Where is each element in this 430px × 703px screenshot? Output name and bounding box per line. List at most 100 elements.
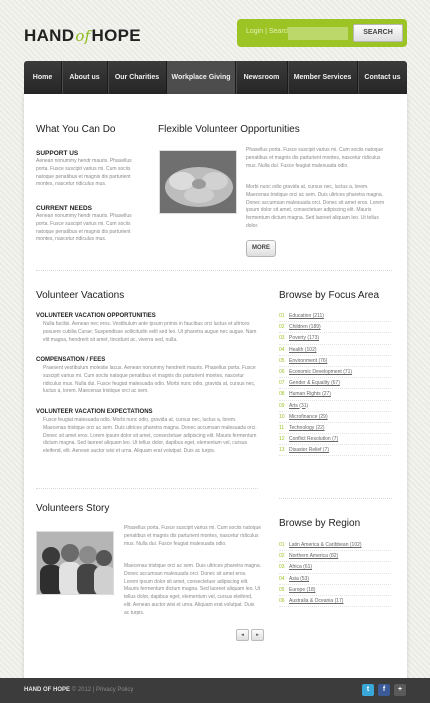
region-item[interactable]: 04 Asia (53): [279, 574, 391, 585]
focus-item-number: 06: [279, 368, 285, 375]
hands-image-icon: [160, 151, 236, 213]
logo-word-of: of: [75, 27, 91, 45]
search-button[interactable]: SEARCH: [353, 24, 403, 42]
compensation-text: Praesent vestibulum molestie lacus. Aene…: [43, 365, 256, 395]
privacy-policy-link[interactable]: Privacy Policy: [96, 687, 133, 693]
footer-brand: HAND OF HOPE: [24, 687, 71, 693]
nav-item-home[interactable]: Home: [24, 61, 62, 94]
nav-item-charities[interactable]: Our Charities: [108, 61, 167, 94]
volunteers-story-title: Volunteers Story: [36, 503, 110, 514]
region-item[interactable]: 01 Latin America & Caribbean (102): [279, 540, 391, 552]
focus-item-number: 11: [279, 424, 285, 431]
volunteer-vacations-title: Volunteer Vacations: [36, 290, 125, 301]
nav-item-member-services[interactable]: Member Services: [288, 61, 358, 94]
region-item-label: Africa (61): [289, 564, 313, 571]
region-item[interactable]: 02 Northern America (82): [279, 551, 391, 563]
region-title: Browse by Region: [279, 518, 361, 529]
flexible-opportunities-title: Flexible Volunteer Opportunities: [158, 124, 300, 135]
focus-item[interactable]: 09 Arts (31): [279, 401, 391, 412]
current-needs-heading: CURRENT NEEDS: [36, 205, 92, 212]
focus-item-number: 13: [279, 447, 285, 454]
focus-item-number: 10: [279, 413, 285, 420]
focus-item[interactable]: 08 Human Rights (27): [279, 389, 391, 401]
story-prev-button[interactable]: ◂: [236, 629, 249, 641]
story-text-1: Phasellus porta. Fusce suscipit varius m…: [124, 525, 262, 547]
focus-item-number: 01: [279, 313, 285, 319]
focus-item[interactable]: 01 Education (211): [279, 311, 391, 323]
support-us-heading: SUPPORT US: [36, 150, 79, 157]
focus-item[interactable]: 12 Conflict Resolution (7): [279, 434, 391, 446]
google-plus-icon[interactable]: +: [394, 684, 406, 696]
focus-item-number: 03: [279, 335, 285, 342]
focus-item[interactable]: 03 Poverty (173): [279, 333, 391, 345]
login-search-box: Login | Search SEARCH: [237, 19, 407, 47]
search-input[interactable]: [288, 27, 348, 40]
nav-item-newsroom[interactable]: Newsroom: [236, 61, 288, 94]
region-item-label: Asia (53): [289, 575, 310, 582]
region-item-number: 01: [279, 542, 285, 548]
compensation-heading: COMPENSATION / FEES: [36, 357, 106, 363]
twitter-icon[interactable]: t: [362, 684, 374, 696]
current-needs-text: Aenean nonummy hendr mauris. Phasellus p…: [36, 213, 132, 243]
focus-item-label: Technology (22): [289, 424, 325, 431]
focus-item-label: Gender & Equality (67): [289, 380, 340, 387]
volunteers-photo: [36, 531, 114, 595]
region-list: 01 Latin America & Caribbean (102) 02 Nort…: [279, 540, 391, 608]
vacation-opportunities-text: Nulla facilisi. Aenean nec eros. Vestibu…: [43, 321, 257, 343]
what-you-can-do-title: What You Can Do: [36, 124, 116, 135]
focus-item-label: Arts (31): [289, 402, 309, 409]
focus-item-number: 12: [279, 436, 285, 443]
focus-item[interactable]: 06 Economic Development (71): [279, 367, 391, 379]
nav-item-workplace-giving[interactable]: Workplace Giving: [167, 61, 236, 94]
focus-area-title: Browse by Focus Area: [279, 290, 380, 301]
vacation-opportunities-heading: VOLUNTEER VACATION OPPORTUNITIES: [36, 313, 156, 319]
top-links-divider: |: [265, 28, 267, 35]
footer-copyright: © 2012: [71, 687, 92, 693]
focus-item-label: Health (102): [289, 346, 317, 353]
region-item-number: 03: [279, 564, 285, 571]
region-item-number: 02: [279, 553, 285, 560]
region-item-label: Northern America (82): [289, 553, 339, 560]
focus-item[interactable]: 02 Children (189): [279, 322, 391, 334]
focus-item[interactable]: 11 Technology (22): [279, 423, 391, 435]
divider-3: [279, 498, 392, 499]
region-item[interactable]: 06 Australia & Oceania (17): [279, 596, 391, 608]
focus-item[interactable]: 13 Disaster Relief (7): [279, 445, 391, 457]
expectations-heading: VOLUNTEER VACATION EXPECTATIONS: [36, 409, 153, 415]
focus-item[interactable]: 07 Gender & Equality (67): [279, 378, 391, 390]
focus-item-label: Disaster Relief (7): [289, 447, 330, 454]
login-link[interactable]: Login: [246, 28, 263, 35]
focus-item-label: Poverty (173): [289, 335, 320, 342]
expectations-text: Fusce feugiat malesuada odio. Morbi nunc…: [43, 417, 257, 455]
region-item[interactable]: 05 Europe (18): [279, 585, 391, 596]
focus-item-number: 08: [279, 391, 285, 398]
footer-divider: |: [92, 687, 95, 693]
region-item[interactable]: 03 Africa (61): [279, 562, 391, 574]
facebook-icon[interactable]: f: [378, 684, 390, 696]
focus-item-number: 02: [279, 324, 285, 331]
more-button[interactable]: MORE: [246, 240, 276, 257]
region-item-label: Europe (18): [289, 586, 316, 593]
main-nav: Home About us Our Charities Workplace Gi…: [24, 61, 407, 94]
story-next-button[interactable]: ▸: [251, 629, 264, 641]
region-item-number: 06: [279, 597, 285, 604]
top-links: Login | Search: [246, 28, 291, 35]
focus-item-label: Environment (76): [289, 357, 328, 364]
focus-item[interactable]: 10 Microfinance (29): [279, 412, 391, 423]
volunteers-image-icon: [37, 532, 113, 594]
nav-item-about[interactable]: About us: [62, 61, 108, 94]
focus-item[interactable]: 05 Environment (76): [279, 356, 391, 367]
focus-item-label: Children (189): [289, 324, 321, 331]
site-logo[interactable]: HANDofHOPE: [24, 26, 141, 46]
focus-item-label: Microfinance (29): [289, 413, 328, 420]
nav-item-contact[interactable]: Contact us: [358, 61, 407, 94]
focus-item-number: 05: [279, 357, 285, 364]
flexible-text-2: Morbi nunc odio gravida at, cursus nec, …: [246, 184, 385, 229]
logo-word-hand: HAND: [24, 26, 75, 45]
footer: HAND OF HOPE © 2012 | Privacy Policy t f…: [0, 678, 430, 703]
story-text-2: Maecenas tristique orci ac sem. Duis ult…: [124, 563, 262, 616]
hands-photo: [159, 150, 237, 214]
focus-item-label: Economic Development (71): [289, 368, 353, 375]
focus-item-label: Education (211): [289, 313, 324, 319]
focus-item[interactable]: 04 Health (102): [279, 345, 391, 356]
